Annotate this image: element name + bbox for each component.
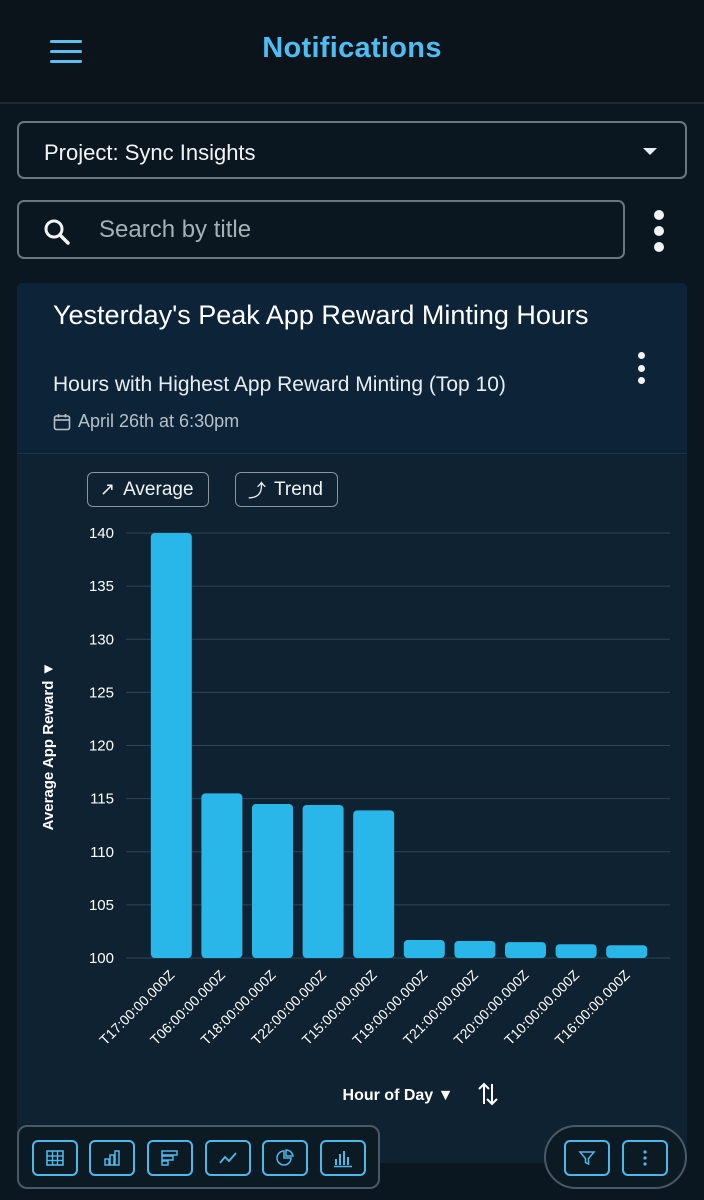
bar[interactable] xyxy=(201,793,243,958)
calendar-icon xyxy=(53,413,71,430)
bar[interactable] xyxy=(252,803,293,958)
filter-icon xyxy=(578,1151,596,1166)
chart-actions-toolbar xyxy=(544,1125,687,1189)
histogram-icon xyxy=(334,1151,352,1168)
bar[interactable] xyxy=(454,941,496,958)
card-date-text: April 26th at 6:30pm xyxy=(78,411,240,431)
average-toggle-label: Average xyxy=(123,478,194,500)
table-view-button[interactable] xyxy=(32,1140,78,1176)
app-header: Notifications xyxy=(0,0,704,104)
trend-arrow-icon: ⤴ xyxy=(248,480,266,501)
bar[interactable] xyxy=(353,810,395,958)
search-icon xyxy=(44,219,70,245)
page-title: Notifications xyxy=(262,32,442,64)
horizontal-bar-chart-button[interactable] xyxy=(147,1140,193,1176)
card-date: April 26th at 6:30pm xyxy=(53,411,239,432)
trend-toggle-label: Trend xyxy=(274,478,323,500)
chevron-down-icon xyxy=(643,148,657,155)
histogram-button[interactable] xyxy=(320,1140,366,1176)
more-options-icon xyxy=(643,1150,647,1166)
bar[interactable] xyxy=(403,939,445,958)
average-toggle-button[interactable]: ↗ Average xyxy=(87,472,209,507)
project-select-label: Project: Sync Insights xyxy=(44,140,256,165)
card-subtitle: Hours with Highest App Reward Minting (T… xyxy=(53,373,506,396)
more-options-icon[interactable] xyxy=(652,210,666,252)
chart-type-toolbar xyxy=(17,1125,380,1189)
column-chart-button[interactable] xyxy=(89,1140,135,1176)
search-box xyxy=(17,200,625,259)
project-select[interactable]: Project: Sync Insights xyxy=(17,121,687,179)
notification-card: Yesterday's Peak App Reward Minting Hour… xyxy=(17,283,687,1163)
bar-chart-icon xyxy=(161,1150,178,1166)
card-header: Yesterday's Peak App Reward Minting Hour… xyxy=(17,283,687,454)
bar[interactable] xyxy=(606,945,648,958)
card-more-options-icon[interactable] xyxy=(635,352,647,384)
line-chart-button[interactable] xyxy=(205,1140,251,1176)
more-actions-button[interactable] xyxy=(622,1140,668,1176)
column-chart-icon xyxy=(104,1150,120,1166)
x-axis-label[interactable]: Hour of Day ▼ xyxy=(343,1087,454,1104)
bar[interactable] xyxy=(505,942,546,958)
trend-toggle-button[interactable]: ⤴ Trend xyxy=(235,472,338,507)
line-chart-icon xyxy=(219,1152,237,1164)
search-input[interactable] xyxy=(99,210,599,250)
bar[interactable] xyxy=(302,805,344,958)
card-title: Yesterday's Peak App Reward Minting Hour… xyxy=(53,300,589,330)
filter-button[interactable] xyxy=(564,1140,610,1176)
bar[interactable] xyxy=(555,944,597,958)
y-axis-label[interactable]: Average App Reward ▼ xyxy=(40,662,57,831)
arrow-up-right-icon: ↗ xyxy=(100,479,116,499)
pie-chart-icon xyxy=(276,1149,294,1166)
bar[interactable] xyxy=(150,533,192,958)
pie-chart-button[interactable] xyxy=(262,1140,308,1176)
table-view-icon xyxy=(46,1150,64,1166)
